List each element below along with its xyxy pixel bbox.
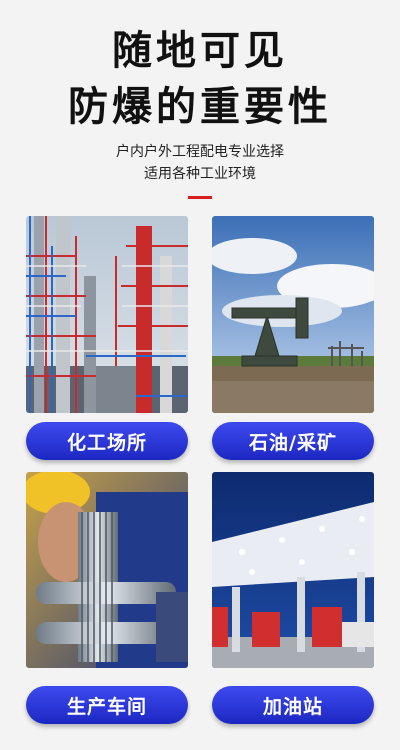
oil-pumpjack-image xyxy=(212,216,374,413)
chemical-plant-image xyxy=(26,216,188,413)
scene-button-oil-mining[interactable]: 石油/采矿 xyxy=(212,422,374,460)
page-title-line1: 随地可见 xyxy=(112,28,288,74)
scene-button-gas-station[interactable]: 加油站 xyxy=(212,686,374,724)
scene-button-workshop[interactable]: 生产车间 xyxy=(26,686,188,724)
subtitle-line2: 适用各种工业环境 xyxy=(144,166,256,182)
gas-station-image xyxy=(212,472,374,668)
subtitle-line1: 户内户外工程配电专业选择 xyxy=(116,144,284,160)
page-title-line2: 防爆的重要性 xyxy=(68,84,332,130)
scene-button-chemical[interactable]: 化工场所 xyxy=(26,422,188,460)
title-divider xyxy=(188,196,212,199)
factory-worker-image xyxy=(26,472,188,668)
